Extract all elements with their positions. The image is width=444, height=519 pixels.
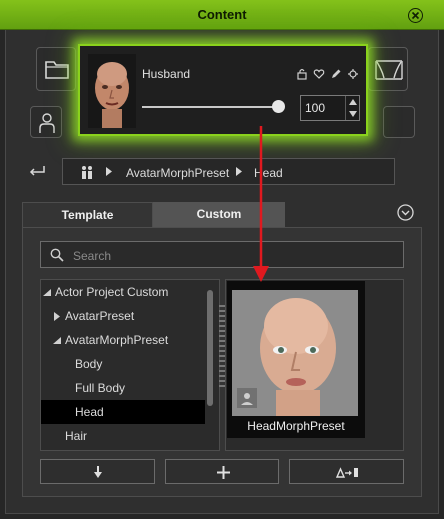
tree-item[interactable]: AvatarMorphPreset xyxy=(41,328,205,352)
window-title: Content xyxy=(197,7,247,22)
tree-item[interactable]: AvatarPreset xyxy=(41,304,205,328)
people-icon xyxy=(82,166,92,179)
heart-icon[interactable] xyxy=(313,68,325,80)
expanded-icon[interactable] xyxy=(43,289,51,296)
tree-item-label: Head xyxy=(75,405,104,419)
tree-scrollbar[interactable] xyxy=(207,290,213,406)
folder-button[interactable] xyxy=(36,47,76,91)
tree-item-label: AvatarPreset xyxy=(65,309,135,323)
husband-thumbnail xyxy=(88,54,136,128)
back-icon[interactable] xyxy=(27,164,47,178)
morph-name: Husband xyxy=(142,67,191,81)
search-icon xyxy=(50,248,64,262)
chevron-down-icon[interactable] xyxy=(397,204,414,221)
tree-item-label: Body xyxy=(75,357,103,371)
tree-item-label: Hair xyxy=(65,429,88,443)
gear-icon[interactable] xyxy=(347,68,359,80)
tree-item[interactable]: Actor Project Custom xyxy=(41,280,205,304)
add-button[interactable] xyxy=(165,459,279,484)
tree-item[interactable]: Hair xyxy=(41,424,205,448)
convert-icon xyxy=(336,467,358,478)
close-button[interactable] xyxy=(408,8,423,23)
plus-icon xyxy=(217,466,230,479)
arrow-down-icon xyxy=(94,466,102,478)
person-icon xyxy=(39,113,55,133)
breadcrumb-item-avatarmorphpreset[interactable]: AvatarMorphPreset xyxy=(126,166,229,180)
convert-button[interactable] xyxy=(289,459,404,484)
collapsed-icon[interactable] xyxy=(54,312,60,321)
tree-item-label: Full Body xyxy=(75,381,126,395)
stepper-up-icon[interactable] xyxy=(349,99,357,105)
tree-item[interactable]: Body xyxy=(41,352,205,376)
stepper-down-icon[interactable] xyxy=(349,111,357,117)
pencil-icon[interactable] xyxy=(330,68,342,80)
tree-item[interactable]: Full Body xyxy=(41,376,205,400)
morph-slider-track[interactable] xyxy=(142,106,282,108)
content-item-label: HeadMorphPreset xyxy=(247,419,345,433)
chevron-right-icon xyxy=(106,167,112,176)
folder-tree: Actor Project Custom AvatarPreset Avatar… xyxy=(40,279,220,451)
expanded-icon[interactable] xyxy=(53,337,61,344)
morph-value[interactable]: 100 xyxy=(305,101,325,115)
morph-slider-handle[interactable] xyxy=(272,100,285,113)
chevron-right-icon xyxy=(236,167,242,176)
lock-icon[interactable] xyxy=(296,68,308,80)
stage-icon xyxy=(375,60,403,80)
search-input[interactable]: Search xyxy=(40,241,404,268)
tree-item-selected[interactable]: Head xyxy=(41,400,205,424)
folder-icon xyxy=(45,61,69,79)
search-placeholder: Search xyxy=(73,249,112,263)
custom-badge-icon xyxy=(237,388,257,408)
tab-template[interactable]: Template xyxy=(22,202,153,227)
drag-arrow-icon xyxy=(253,126,269,282)
breadcrumb: AvatarMorphPreset Head xyxy=(62,158,395,185)
download-button[interactable] xyxy=(40,459,155,484)
tree-item-label: AvatarMorphPreset xyxy=(65,333,169,347)
headmorphpreset-thumbnail[interactable] xyxy=(232,290,358,416)
close-icon xyxy=(411,11,420,20)
side-button[interactable] xyxy=(383,106,415,138)
morph-popup: Husband 100 xyxy=(78,44,368,136)
stage-button[interactable] xyxy=(368,47,408,91)
person-button[interactable] xyxy=(30,106,62,138)
morph-value-stepper[interactable]: 100 xyxy=(300,95,360,121)
stepper-buttons xyxy=(345,96,359,120)
tree-item-label: Actor Project Custom xyxy=(55,285,169,299)
